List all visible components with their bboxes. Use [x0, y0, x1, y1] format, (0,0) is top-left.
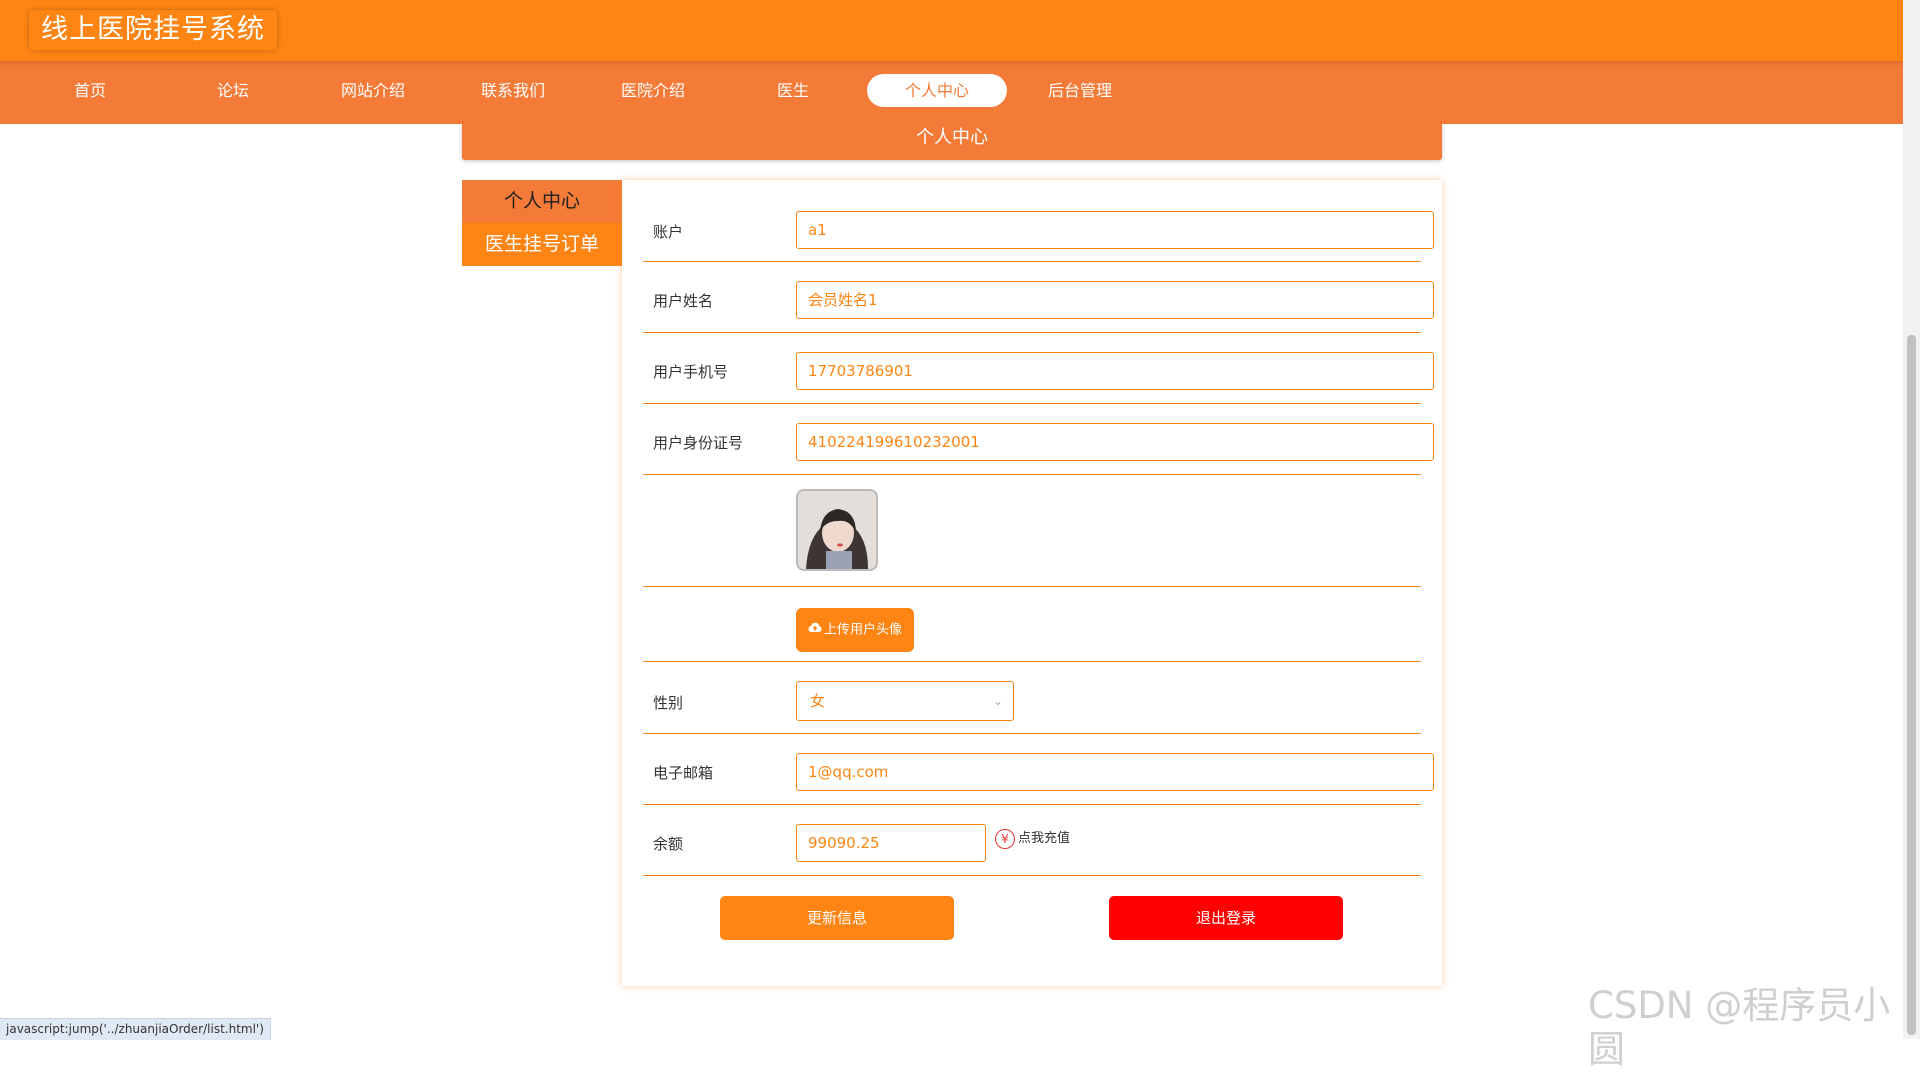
- phone-input[interactable]: 17703786901: [796, 352, 1434, 390]
- email-input[interactable]: 1@qq.com: [796, 753, 1434, 791]
- yen-icon: ¥: [995, 828, 1015, 849]
- watermark: CSDN @程序员小圆: [1588, 984, 1891, 1071]
- form-row-avatar: [643, 476, 1421, 587]
- form-row-name: 用户姓名 会员姓名1: [643, 263, 1434, 333]
- balance-input[interactable]: 99090.25: [796, 824, 986, 862]
- nav-item-doctor[interactable]: 医生: [723, 74, 863, 107]
- nav-item-personal-center[interactable]: 个人中心: [867, 74, 1007, 107]
- page-scrollbar[interactable]: [1903, 0, 1920, 1039]
- cloud-upload-icon: [808, 608, 822, 652]
- user-avatar: [796, 489, 878, 571]
- form-row-gender: 性别 女 ⌄: [643, 663, 1421, 734]
- gender-label: 性别: [653, 694, 684, 712]
- recharge-link[interactable]: ¥ 点我充值: [995, 828, 1070, 850]
- site-title[interactable]: 线上医院挂号系统: [29, 10, 277, 50]
- nav-item-hospital-intro[interactable]: 医院介绍: [583, 74, 723, 107]
- browser-status-bar: javascript:jump('../zhuanjiaOrder/list.h…: [0, 1018, 271, 1040]
- main-nav: 首页 论坛 网站介绍 联系我们 医院介绍 医生 个人中心 后台管理: [0, 61, 1903, 124]
- name-label: 用户姓名: [653, 292, 714, 310]
- account-label: 账户: [653, 223, 684, 241]
- logout-button[interactable]: 退出登录: [1109, 896, 1343, 940]
- balance-label: 余额: [653, 835, 684, 853]
- form-row-balance: 余额 99090.25 ¥ 点我充值: [643, 806, 1421, 876]
- email-label: 电子邮箱: [653, 764, 714, 782]
- chevron-down-icon: ⌄: [992, 694, 1003, 708]
- form-row-phone: 用户手机号 17703786901: [643, 334, 1434, 404]
- page-title: 个人中心: [462, 124, 1442, 160]
- nav-item-contact[interactable]: 联系我们: [443, 74, 583, 107]
- side-item-doctor-orders[interactable]: 医生挂号订单: [462, 223, 622, 266]
- profile-form-panel: 账户 a1 用户姓名 会员姓名1 用户手机号 17703786901 用户身份证…: [622, 180, 1442, 986]
- side-item-personal-center[interactable]: 个人中心: [462, 180, 622, 223]
- gender-value: 女: [810, 692, 826, 710]
- avatar-photo: [798, 491, 876, 569]
- id-card-label: 用户身份证号: [653, 434, 744, 452]
- form-row-account: 账户 a1: [643, 180, 1434, 262]
- name-input[interactable]: 会员姓名1: [796, 281, 1434, 319]
- upload-avatar-button[interactable]: 上传用户头像: [796, 608, 914, 652]
- nav-item-admin[interactable]: 后台管理: [1010, 74, 1150, 107]
- update-info-button[interactable]: 更新信息: [720, 896, 954, 940]
- form-row-upload: 上传用户头像: [643, 588, 1421, 662]
- form-row-email: 电子邮箱 1@qq.com: [643, 735, 1434, 805]
- side-menu: 个人中心 医生挂号订单: [462, 180, 622, 266]
- nav-item-home[interactable]: 首页: [20, 74, 160, 107]
- upload-avatar-label: 上传用户头像: [823, 622, 902, 638]
- nav-item-forum[interactable]: 论坛: [163, 74, 303, 107]
- phone-label: 用户手机号: [653, 363, 729, 381]
- nav-item-site-intro[interactable]: 网站介绍: [303, 74, 443, 107]
- top-header: 线上医院挂号系统: [0, 0, 1903, 61]
- recharge-label: 点我充值: [1018, 831, 1071, 846]
- form-row-id-card: 用户身份证号 410224199610232001: [643, 405, 1434, 475]
- gender-select[interactable]: 女 ⌄: [796, 681, 1014, 721]
- account-input[interactable]: a1: [796, 211, 1434, 249]
- scrollbar-thumb[interactable]: [1907, 335, 1916, 1035]
- id-card-input[interactable]: 410224199610232001: [796, 423, 1434, 461]
